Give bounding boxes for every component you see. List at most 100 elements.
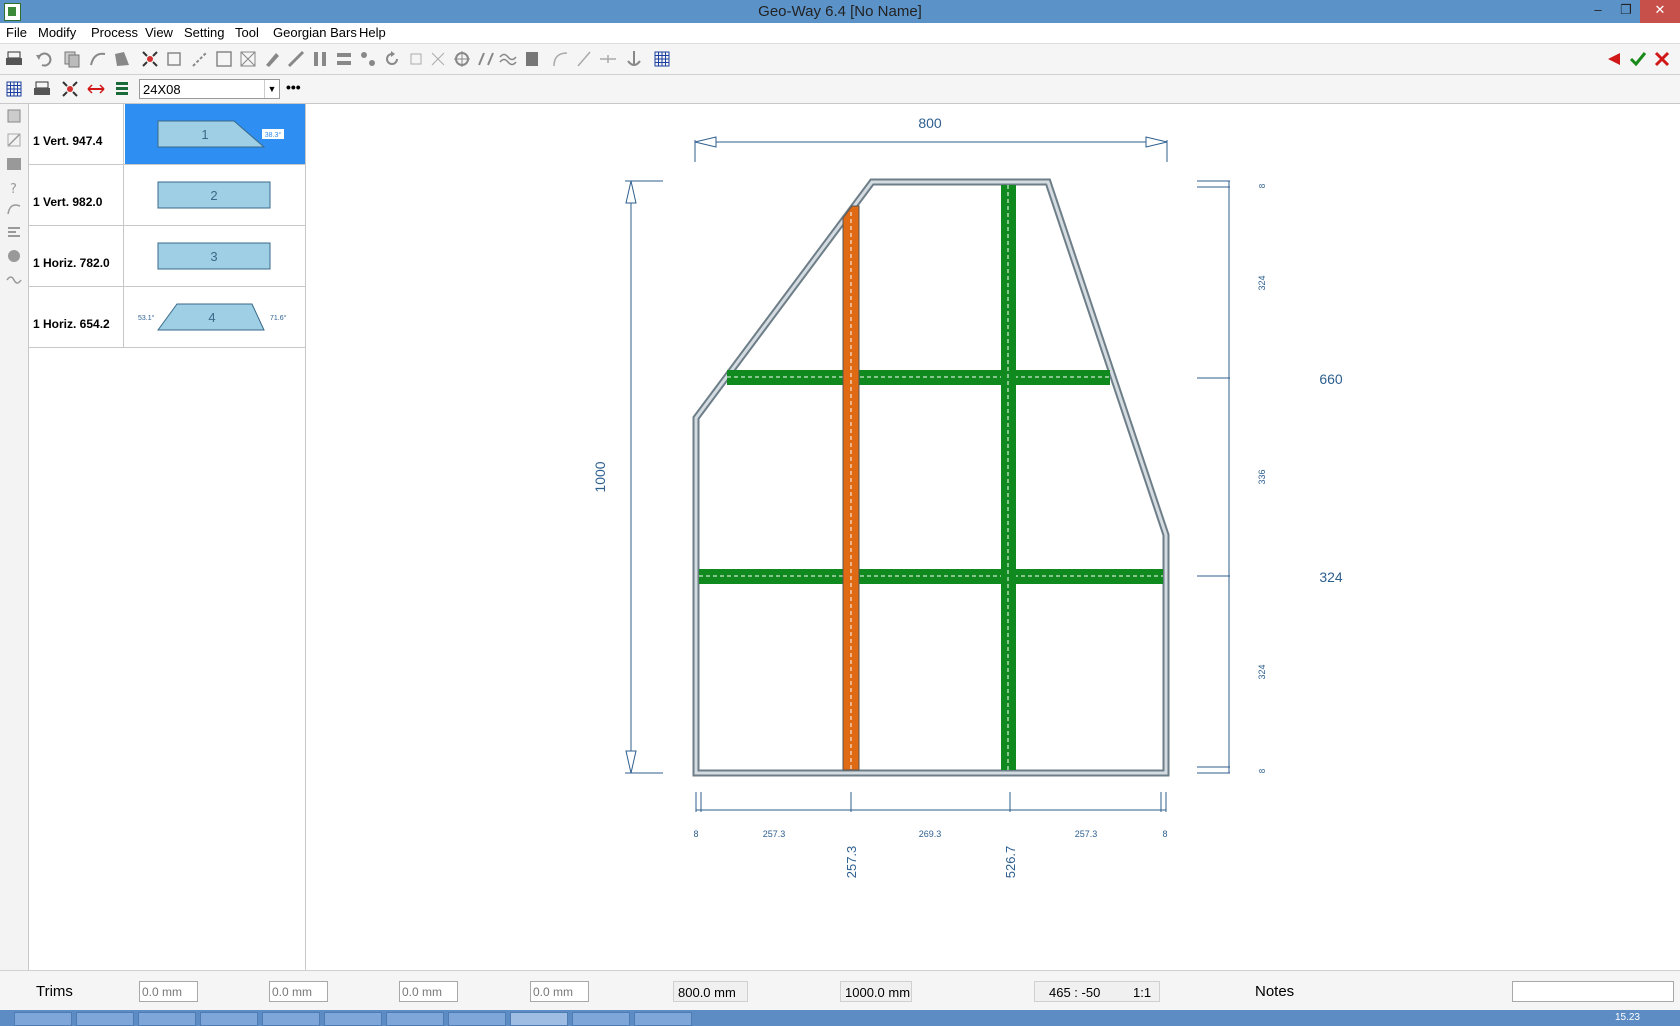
menu-view[interactable]: View [145, 25, 173, 40]
select-icon[interactable] [6, 108, 22, 124]
print-icon[interactable] [4, 49, 24, 69]
trim-field-1[interactable]: 0.0 mm [139, 981, 198, 1002]
taskbar-geoway[interactable] [510, 1012, 568, 1026]
menu-help[interactable]: Help [359, 25, 386, 40]
target-icon[interactable] [452, 49, 472, 69]
bar-number: 2 [210, 188, 217, 203]
undo-icon[interactable] [34, 49, 54, 69]
confirm-check-icon[interactable] [1628, 49, 1648, 69]
trim-field-4[interactable]: 0.0 mm [530, 981, 589, 1002]
rotate-icon[interactable] [382, 49, 402, 69]
bars-list-icon[interactable] [112, 79, 132, 99]
svg-text:324: 324 [1257, 664, 1267, 679]
align-horizontal-icon[interactable] [334, 49, 354, 69]
align-icon[interactable] [6, 224, 22, 240]
menu-tool[interactable]: Tool [235, 25, 259, 40]
mirror-icon[interactable] [476, 49, 496, 69]
print-icon[interactable] [32, 79, 52, 99]
bar-row-4[interactable]: 1 Horiz. 654.2 4 53.1° 71.6° [29, 287, 305, 348]
more-options-button[interactable]: ••• [286, 79, 301, 95]
bar-label: 1 Horiz. 654.2 [29, 287, 124, 347]
trim-field-3[interactable]: 0.0 mm [399, 981, 458, 1002]
height-dimension: 1000 [592, 180, 663, 774]
close-button[interactable]: ✕ [1640, 0, 1680, 23]
grid-icon[interactable] [652, 49, 672, 69]
shape-tool-icon[interactable] [112, 49, 132, 69]
svg-text:269.3: 269.3 [919, 829, 942, 839]
menu-process[interactable]: Process [91, 25, 138, 40]
svg-text:336: 336 [1257, 469, 1267, 484]
taskbar-word[interactable] [76, 1012, 134, 1026]
corner-icon[interactable] [238, 49, 258, 69]
blob-icon[interactable] [6, 248, 22, 264]
draw-icon[interactable] [6, 132, 22, 148]
taskbar-explorer[interactable] [14, 1012, 72, 1026]
back-arrow-icon[interactable] [1604, 49, 1624, 69]
arc-icon[interactable] [550, 49, 570, 69]
taskbar-app[interactable] [324, 1012, 382, 1026]
bar-profile-select[interactable]: 24X08 ▼ [139, 79, 280, 99]
cross-line-icon[interactable] [598, 49, 618, 69]
square-icon[interactable] [406, 49, 426, 69]
menu-modify[interactable]: Modify [38, 25, 76, 40]
chevron-down-icon[interactable]: ▼ [264, 80, 279, 98]
help-icon[interactable]: ? [6, 180, 22, 197]
trim-field-2[interactable]: 0.0 mm [269, 981, 328, 1002]
taskbar-ie[interactable] [386, 1012, 444, 1026]
menu-setting[interactable]: Setting [184, 25, 224, 40]
bottom-dimension: 8 257.3 269.3 257.3 8 257.3 526.7 [693, 792, 1168, 878]
fill-icon[interactable] [6, 156, 22, 172]
explode-icon[interactable] [60, 79, 80, 99]
taskbar-app[interactable] [634, 1012, 692, 1026]
notes-field[interactable] [1512, 981, 1674, 1002]
cancel-x-icon[interactable] [1652, 49, 1672, 69]
width-value: 800.0 mm [673, 981, 748, 1002]
rectangle-icon[interactable] [164, 49, 184, 69]
wave-icon[interactable] [498, 49, 518, 69]
taskbar-app[interactable] [262, 1012, 320, 1026]
frame-icon[interactable] [214, 49, 234, 69]
drawing-canvas[interactable]: 800 1000 8 324 336 324 8 660 324 8 257.3… [306, 104, 1680, 970]
curve-tool-icon[interactable] [88, 49, 108, 69]
right-dim-upper: 660 [1319, 371, 1343, 387]
bar-list-panel: 1 Vert. 947.4 1 38.3° 1 Vert. 982.0 2 1 … [29, 104, 306, 970]
menu-georgian-bars[interactable]: Georgian Bars [273, 25, 357, 40]
svg-text:257.3: 257.3 [1075, 829, 1098, 839]
svg-text:8: 8 [1258, 183, 1267, 188]
grid-icon[interactable] [4, 79, 24, 99]
explode-icon[interactable] [140, 49, 160, 69]
restore-button[interactable]: ❐ [1612, 0, 1640, 23]
taskbar-app[interactable] [572, 1012, 630, 1026]
copy-icon[interactable] [62, 49, 82, 69]
title-bar: Geo-Way 6.4 [No Name] – ❐ ✕ [0, 0, 1680, 23]
bar-preview: 3 [125, 226, 305, 286]
bar-row-2[interactable]: 1 Vert. 982.0 2 [29, 165, 305, 226]
node-icon[interactable] [358, 49, 378, 69]
align-vertical-icon[interactable] [310, 49, 330, 69]
measure-icon[interactable] [86, 79, 106, 99]
fill-icon[interactable] [522, 49, 542, 69]
bar-label: 1 Vert. 947.4 [29, 104, 124, 164]
line-icon[interactable] [574, 49, 594, 69]
brush-icon[interactable] [286, 49, 306, 69]
cursor-coords: 465 : -50 [1049, 985, 1101, 1000]
menu-bar: File Modify Process View Setting Tool Ge… [0, 23, 1680, 44]
diagonal-icon[interactable] [190, 49, 210, 69]
bar-row-3[interactable]: 1 Horiz. 782.0 3 [29, 226, 305, 287]
taskbar-excel[interactable] [138, 1012, 196, 1026]
minimize-button[interactable]: – [1584, 0, 1612, 23]
width-dim-label: 800 [918, 115, 942, 131]
bar-label: 1 Vert. 982.0 [29, 165, 124, 225]
wave-icon[interactable] [6, 272, 22, 288]
bar-row-1[interactable]: 1 Vert. 947.4 1 38.3° [29, 104, 305, 165]
window-title: Geo-Way 6.4 [No Name] [758, 3, 922, 20]
bar-preview: 2 [125, 165, 305, 225]
anchor-icon[interactable] [624, 49, 644, 69]
pencil-icon[interactable] [262, 49, 282, 69]
taskbar-skype[interactable] [448, 1012, 506, 1026]
menu-file[interactable]: File [6, 25, 27, 40]
taskbar-chrome[interactable] [200, 1012, 258, 1026]
right-dim-lower: 324 [1319, 569, 1343, 585]
curve-icon[interactable] [6, 200, 22, 216]
resize-icon[interactable] [428, 49, 448, 69]
